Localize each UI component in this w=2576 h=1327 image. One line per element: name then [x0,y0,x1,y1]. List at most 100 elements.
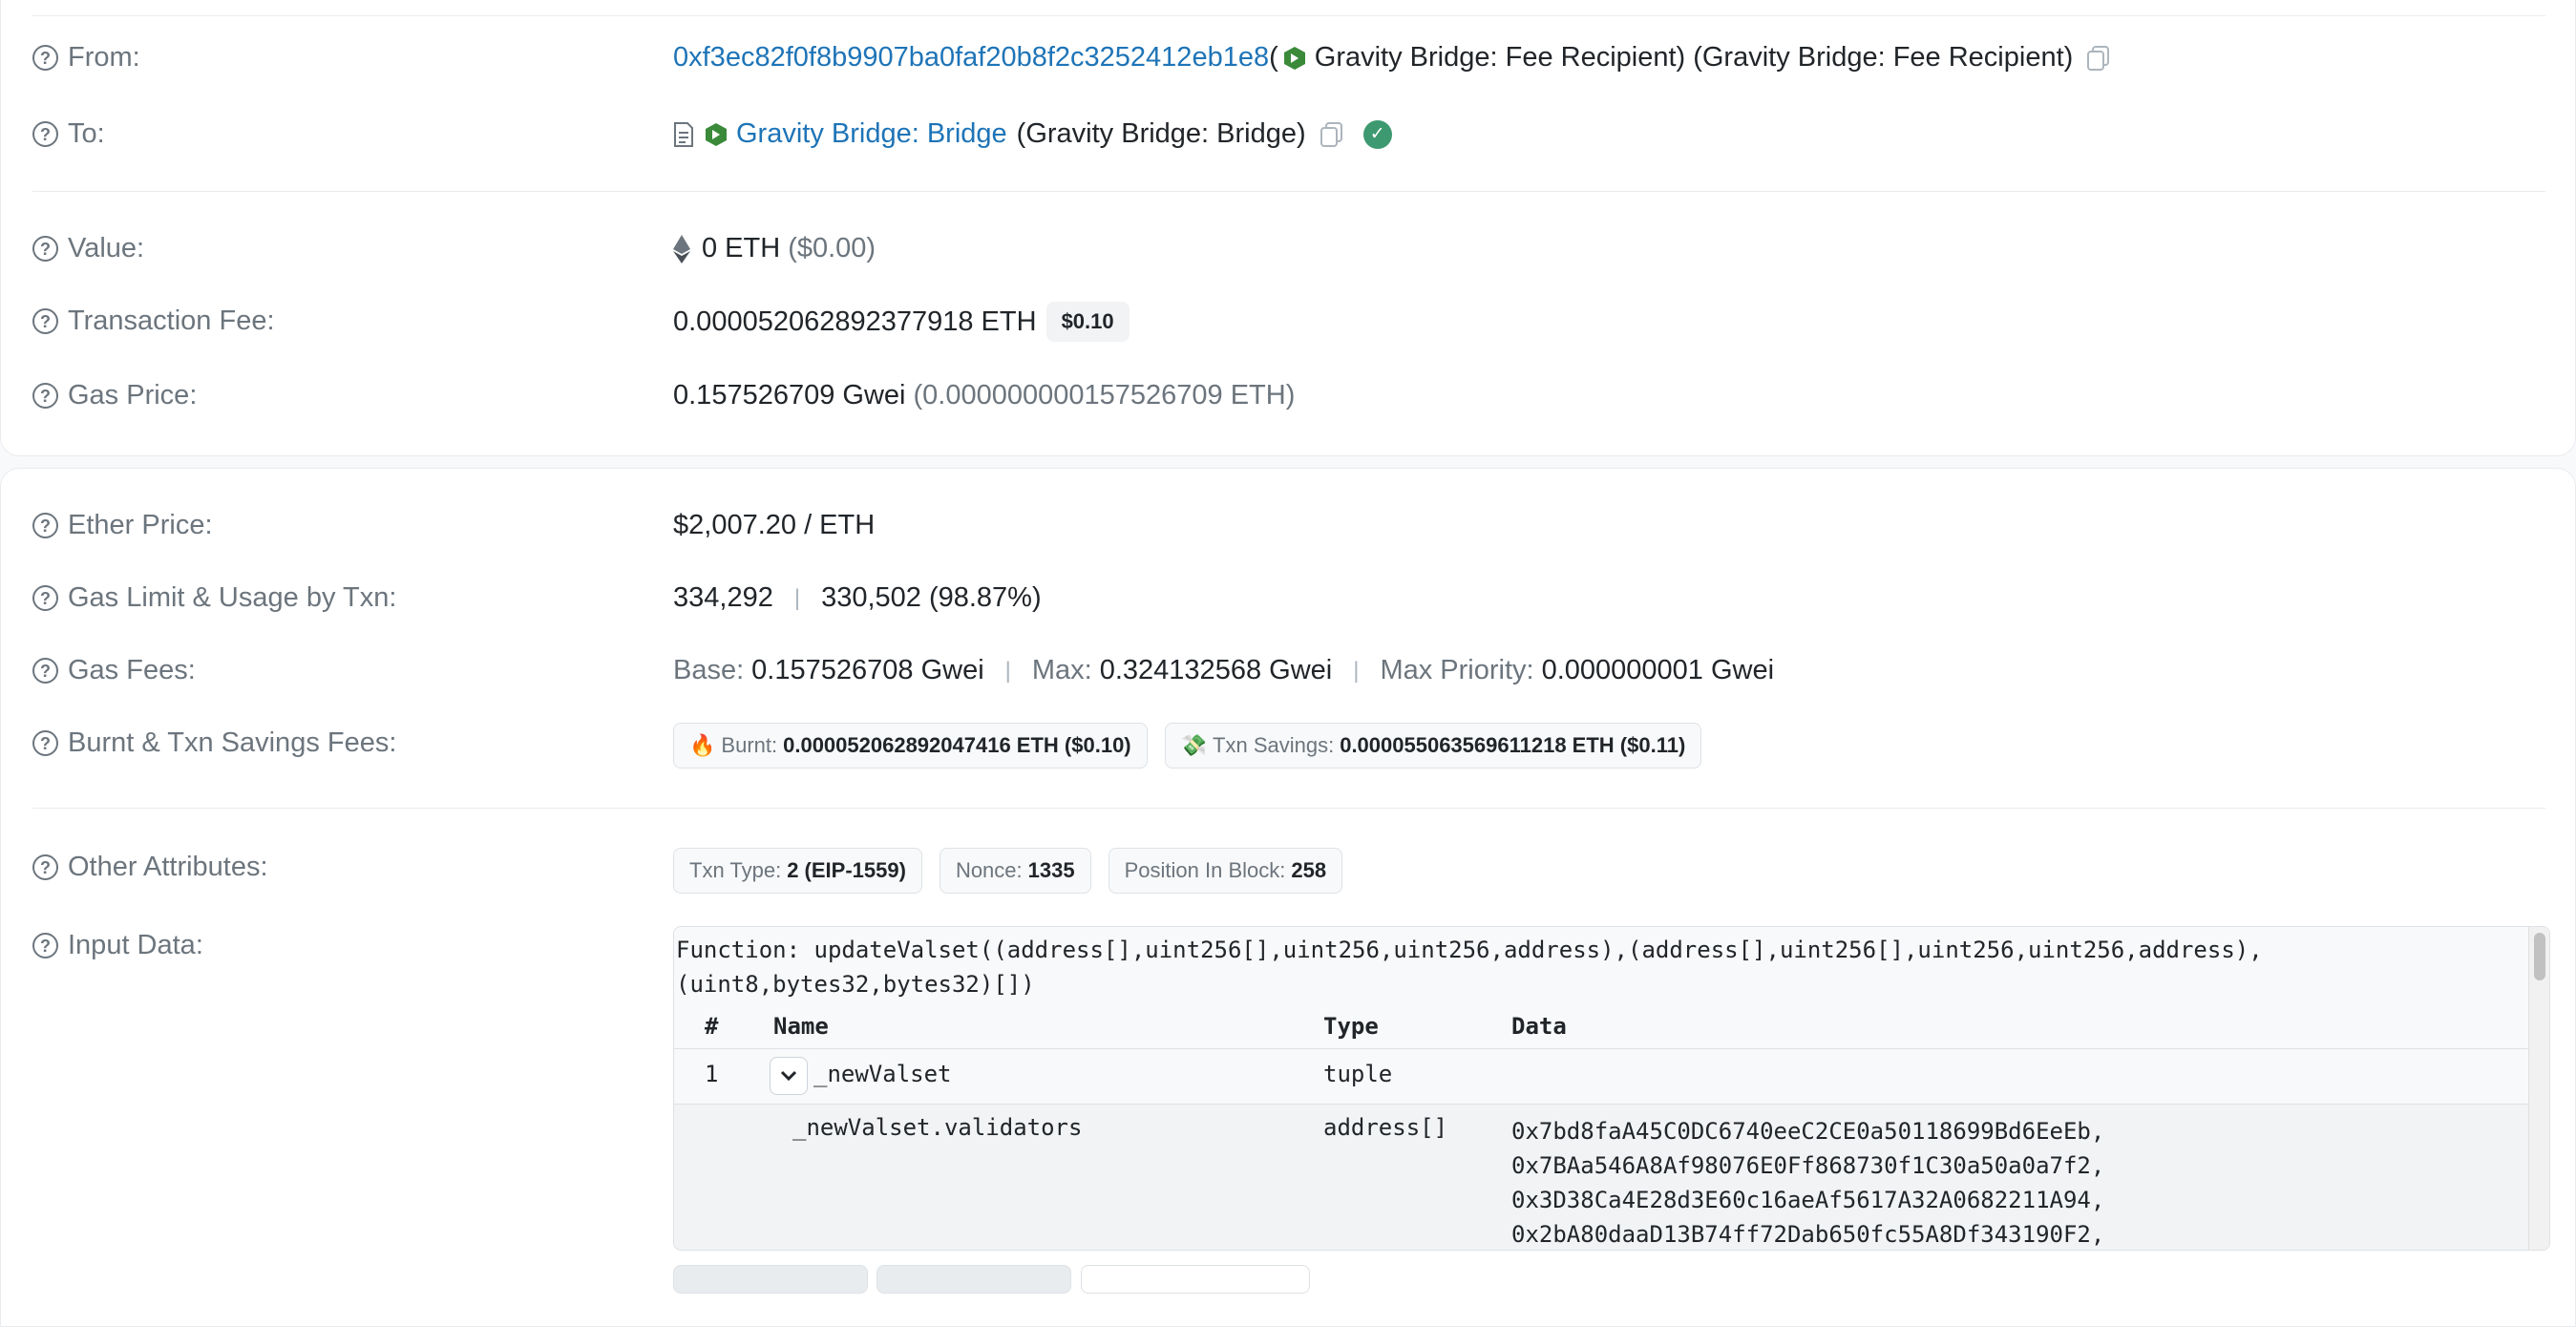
col-name: Name [773,1013,829,1040]
help-icon[interactable]: ? [32,658,58,684]
ether-price-value: $2,007.20 / ETH [673,510,875,541]
help-icon[interactable]: ? [32,730,58,756]
from-label: From: [68,42,140,73]
decode-input-button[interactable] [876,1265,1071,1294]
gas-limit-amount: 334,292 [673,582,773,613]
input-data-label-wrap: ? Input Data: [32,930,203,961]
to-value: Gravity Bridge: Bridge (Gravity Bridge: … [673,118,1392,150]
decoded-table-header: # Name Type Data [674,1005,2530,1049]
value-value: 0 ETH ($0.00) [673,233,876,264]
param-type: address[] [1323,1114,1448,1141]
param-type: tuple [1323,1061,1393,1087]
from-name-tag-repeat: (Gravity Bridge: Fee Recipient) [1693,42,2074,73]
help-icon[interactable]: ? [32,933,58,958]
nonce-value: 1335 [1027,858,1075,882]
txn-fee-usd-badge: $0.10 [1045,302,1130,342]
txn-type-pill: Txn Type: 2 (EIP-1559) [673,848,922,894]
txn-savings-amount: 0.000055063569611218 ETH ($0.11) [1340,733,1686,757]
value-usd: ($0.00) [788,233,876,263]
section-divider [32,191,2545,192]
ether-price-label-wrap: ? Ether Price: [32,510,213,541]
verified-check-icon: ✓ [1362,119,1392,149]
table-row: _newValset.validators address[] 0x7bd8fa… [674,1105,2530,1250]
to-name-tag: (Gravity Bridge: Bridge) [1016,118,1306,149]
gas-fees-value: Base: 0.157526708 Gwei | Max: 0.32413256… [673,655,1774,686]
from-value: 0xf3ec82f0f8b9907ba0faf20b8f2c3252412eb1… [673,42,2111,74]
help-icon[interactable]: ? [32,585,58,611]
from-name-tag: Gravity Bridge: Fee Recipient) [1314,42,1686,73]
other-attributes-label-wrap: ? Other Attributes: [32,852,268,883]
help-icon[interactable]: ? [32,383,58,409]
help-icon[interactable]: ? [32,236,58,262]
gas-limit-label: Gas Limit & Usage by Txn: [68,582,397,613]
gas-usage-amount: 330,502 (98.87%) [821,582,1042,613]
view-input-button[interactable] [673,1265,868,1294]
ether-price-amount: $2,007.20 / ETH [673,510,876,540]
row-index: 1 [705,1061,719,1087]
gas-fees-label-wrap: ? Gas Fees: [32,655,196,686]
txn-fee-amount: 0.000052062892377918 ETH [673,305,1037,337]
txn-fee-label: Transaction Fee: [68,305,275,336]
value-amount: 0 ETH [702,233,781,263]
table-row: 1 _newValset tuple [674,1049,2530,1105]
help-icon[interactable]: ? [32,121,58,147]
validator-address: 0x7bd8faA45C0DC6740eeC2CE0a50118699Bd6Ee… [1511,1118,2105,1145]
base-fee-value: 0.157526708 Gwei [751,655,984,685]
burnt-fee-key: Burnt: [721,733,778,757]
param-name: _newValset [813,1061,952,1087]
value-label-wrap: ? Value: [32,233,144,264]
col-type: Type [1323,1013,1379,1040]
burnt-fee-pill: 🔥 Burnt: 0.000052062892047416 ETH ($0.10… [673,723,1148,769]
chevron-down-icon [780,1070,797,1082]
gas-limit-value: 334,292 | 330,502 (98.87%) [673,582,1042,614]
txn-fee-label-wrap: ? Transaction Fee: [32,305,275,337]
vertical-scrollbar[interactable] [2528,927,2549,1250]
txn-type-key: Txn Type: [689,858,782,882]
max-fee-label: Max: [1031,655,1092,685]
copy-icon[interactable] [1320,121,1344,148]
help-icon[interactable]: ? [32,513,58,538]
from-open-paren: ( [1269,42,1278,73]
max-priority-label: Max Priority: [1380,655,1534,685]
param-name: _newValset.validators [792,1114,1083,1141]
scrollbar-thumb[interactable] [2534,933,2545,980]
gravity-bridge-icon [1283,46,1305,70]
gas-price-eth: (0.000000000157526709 ETH) [913,380,1296,411]
help-icon[interactable]: ? [32,45,58,71]
position-pill: Position In Block: 258 [1108,848,1343,894]
ether-price-label: Ether Price: [68,510,213,540]
txn-fee-value: 0.000052062892377918 ETH $0.10 [673,302,1130,342]
gravity-bridge-icon [706,122,727,146]
other-attributes-value: Txn Type: 2 (EIP-1559) Nonce: 1335 Posit… [673,848,1360,894]
separator: | [793,584,801,611]
copy-icon[interactable] [2086,45,2111,72]
validator-address: 0x3D38Ca4E28d3E60c16aeAf5617A32A0682211A… [1511,1187,2105,1213]
advanced-filter-button[interactable] [1081,1265,1310,1294]
max-fee-value: 0.324132568 Gwei [1099,655,1333,685]
max-priority-value: 0.000000001 Gwei [1541,655,1775,685]
value-label: Value: [68,233,145,263]
top-divider [32,15,2545,16]
fire-icon: 🔥 [689,733,716,757]
expand-toggle-button[interactable] [770,1057,808,1095]
txn-savings-key: Txn Savings: [1213,733,1335,757]
help-icon[interactable]: ? [32,308,58,334]
col-index: # [705,1013,719,1040]
position-key: Position In Block: [1124,858,1286,882]
money-icon: 💸 [1180,733,1208,757]
validator-address: 0x7BAa546A8Af98076E0Ff868730f1C30a50a0a7… [1511,1152,2105,1179]
help-icon[interactable]: ? [32,854,58,880]
function-signature: Function: updateValset((address[],uint25… [676,937,2263,998]
to-contract-link[interactable]: Gravity Bridge: Bridge [736,118,1007,150]
input-data-box[interactable]: Function: updateValset((address[],uint25… [673,926,2550,1251]
from-address-link[interactable]: 0xf3ec82f0f8b9907ba0faf20b8f2c3252412eb1… [673,42,1269,74]
other-attributes-label: Other Attributes: [68,852,268,882]
gas-price-label-wrap: ? Gas Price: [32,380,197,411]
separator: | [1353,657,1360,684]
gas-fees-label: Gas Fees: [68,655,196,685]
base-fee-label: Base: [673,655,745,685]
nonce-pill: Nonce: 1335 [939,848,1091,894]
burnt-fee-amount: 0.000052062892047416 ETH ($0.10) [783,733,1131,757]
burnt-label: Burnt & Txn Savings Fees: [68,727,397,758]
txn-type-value: 2 (EIP-1559) [787,858,906,882]
